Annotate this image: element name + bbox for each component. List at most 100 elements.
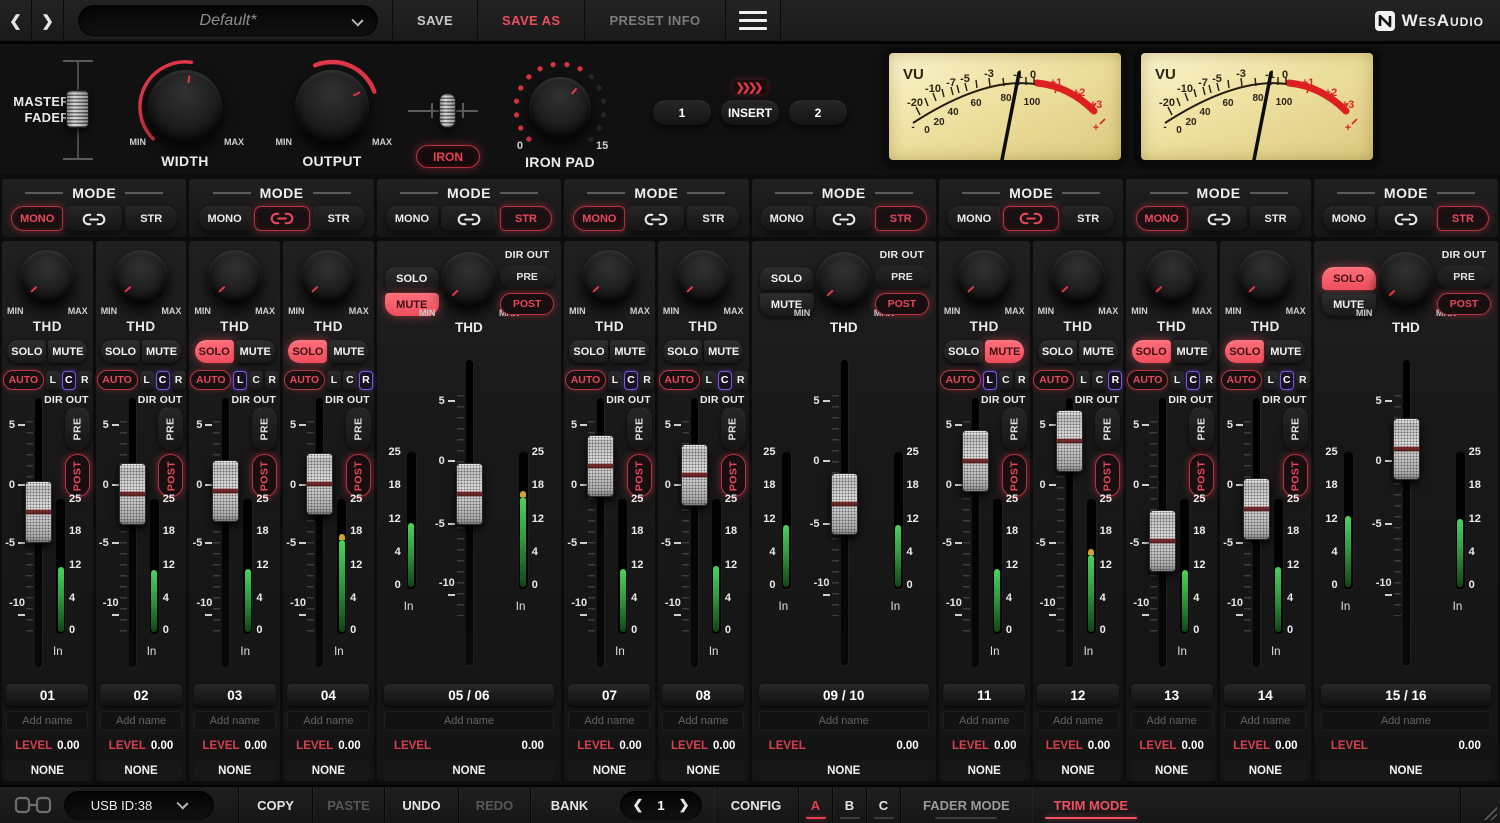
fader-thumb[interactable] xyxy=(25,481,52,543)
post-button[interactable]: POST xyxy=(65,454,90,497)
pan-c-button[interactable]: C xyxy=(249,371,263,390)
mode-mono-button[interactable]: MONO xyxy=(199,206,251,231)
pan-l-button[interactable]: L xyxy=(1264,371,1278,390)
thd-knob[interactable] xyxy=(114,250,168,304)
mute-button[interactable]: MUTE xyxy=(236,340,275,363)
pan-r-button[interactable]: R xyxy=(1015,371,1029,390)
mute-button[interactable]: MUTE xyxy=(704,340,743,363)
thd-knob[interactable] xyxy=(441,252,497,308)
post-button[interactable]: POST xyxy=(1437,293,1491,315)
fader-mode-tab[interactable]: FADER MODE xyxy=(900,786,1032,823)
solo-button[interactable]: SOLO xyxy=(569,340,608,363)
mode-link-button[interactable] xyxy=(254,206,310,231)
trim-mode-tab[interactable]: TRIM MODE xyxy=(1032,786,1150,823)
fader-track[interactable] xyxy=(316,398,323,667)
mode-link-button[interactable] xyxy=(1378,206,1434,231)
channel-name-input[interactable] xyxy=(759,711,929,731)
solo-button[interactable]: SOLO xyxy=(663,340,702,363)
channel-name-input[interactable] xyxy=(1321,711,1491,731)
output-routing-button[interactable]: NONE xyxy=(943,761,1025,781)
pre-button[interactable]: PRE xyxy=(500,266,554,288)
level-display[interactable]: LEVEL0.00 xyxy=(1321,736,1491,756)
pan-c-button[interactable]: C xyxy=(1092,371,1106,390)
fader-thumb[interactable] xyxy=(681,444,708,506)
pre-button[interactable]: PRE xyxy=(627,407,652,450)
channel-name-input[interactable] xyxy=(662,711,744,731)
pan-r-button[interactable]: R xyxy=(359,371,373,390)
pan-r-button[interactable]: R xyxy=(172,371,186,390)
channel-name-input[interactable] xyxy=(1224,711,1306,731)
auto-button[interactable]: AUTO xyxy=(659,370,700,390)
mode-mono-button[interactable]: MONO xyxy=(948,206,1000,231)
thd-knob[interactable] xyxy=(1238,250,1292,304)
pan-l-button[interactable]: L xyxy=(1076,371,1090,390)
auto-button[interactable]: AUTO xyxy=(1221,370,1262,390)
post-button[interactable]: POST xyxy=(721,454,746,497)
pan-c-button[interactable]: C xyxy=(624,371,638,390)
pre-button[interactable]: PRE xyxy=(875,266,929,288)
paste-button[interactable]: PASTE xyxy=(312,786,384,823)
iron-slider-thumb[interactable] xyxy=(439,93,456,128)
mode-str-button[interactable]: STR xyxy=(875,206,927,231)
level-display[interactable]: LEVEL0.00 xyxy=(759,736,929,756)
pan-l-button[interactable]: L xyxy=(1170,371,1184,390)
redo-button[interactable]: REDO xyxy=(458,786,530,823)
pan-c-button[interactable]: C xyxy=(343,371,357,390)
pan-l-button[interactable]: L xyxy=(608,371,622,390)
master-fader-thumb[interactable] xyxy=(66,90,89,128)
channel-name-input[interactable] xyxy=(943,711,1025,731)
pan-c-button[interactable]: C xyxy=(999,371,1013,390)
post-button[interactable]: POST xyxy=(1095,454,1120,497)
fader-track[interactable] xyxy=(1403,360,1410,666)
width-knob[interactable] xyxy=(148,70,222,144)
thd-knob[interactable] xyxy=(301,250,355,304)
post-button[interactable]: POST xyxy=(1283,454,1308,497)
level-display[interactable]: LEVEL0.00 xyxy=(568,736,650,756)
mute-button[interactable]: MUTE xyxy=(610,340,649,363)
insert-point-1-button[interactable]: 1 xyxy=(653,100,711,125)
level-display[interactable]: LEVEL0.00 xyxy=(6,736,88,756)
snapshot-b-tab[interactable]: B xyxy=(832,786,866,823)
pan-c-button[interactable]: C xyxy=(1186,371,1200,390)
mode-str-button[interactable]: STR xyxy=(313,206,365,231)
post-button[interactable]: POST xyxy=(1002,454,1027,497)
mode-link-button[interactable] xyxy=(66,206,122,231)
auto-button[interactable]: AUTO xyxy=(1127,370,1168,390)
mode-str-button[interactable]: STR xyxy=(125,206,177,231)
thd-knob[interactable] xyxy=(1145,250,1199,304)
solo-button[interactable]: SOLO xyxy=(1225,340,1264,363)
mode-link-button[interactable] xyxy=(441,206,497,231)
thd-knob[interactable] xyxy=(816,252,872,308)
pan-r-button[interactable]: R xyxy=(640,371,654,390)
mode-link-button[interactable] xyxy=(628,206,684,231)
output-routing-button[interactable]: NONE xyxy=(384,761,554,781)
pre-button[interactable]: PRE xyxy=(1283,407,1308,450)
insert-point-2-button[interactable]: 2 xyxy=(789,100,847,125)
level-display[interactable]: LEVEL0.00 xyxy=(1131,736,1213,756)
config-button[interactable]: CONFIG xyxy=(714,786,798,823)
usb-id-selector[interactable]: USB ID:38 xyxy=(64,791,214,820)
undo-button[interactable]: UNDO xyxy=(384,786,458,823)
pre-button[interactable]: PRE xyxy=(1437,266,1491,288)
fader-track[interactable] xyxy=(129,398,136,667)
pan-r-button[interactable]: R xyxy=(734,371,748,390)
iron-pad-knob[interactable] xyxy=(529,77,591,139)
level-display[interactable]: LEVEL0.00 xyxy=(384,736,554,756)
preset-prev-button[interactable]: ❮ xyxy=(0,0,32,43)
mute-button[interactable]: MUTE xyxy=(1266,340,1305,363)
auto-button[interactable]: AUTO xyxy=(3,370,44,390)
channel-name-input[interactable] xyxy=(287,711,369,731)
pan-r-button[interactable]: R xyxy=(78,371,92,390)
solo-button[interactable]: SOLO xyxy=(195,340,234,363)
pan-c-button[interactable]: C xyxy=(62,371,76,390)
mode-mono-button[interactable]: MONO xyxy=(573,206,625,231)
output-routing-button[interactable]: NONE xyxy=(194,761,276,781)
pan-c-button[interactable]: C xyxy=(1280,371,1294,390)
output-routing-button[interactable]: NONE xyxy=(1131,761,1213,781)
fader-thumb[interactable] xyxy=(587,435,614,497)
output-routing-button[interactable]: NONE xyxy=(6,761,88,781)
connect-icon[interactable] xyxy=(14,794,52,816)
insert-button[interactable]: INSERT xyxy=(721,100,779,125)
post-button[interactable]: POST xyxy=(346,454,371,497)
pan-r-button[interactable]: R xyxy=(1296,371,1310,390)
